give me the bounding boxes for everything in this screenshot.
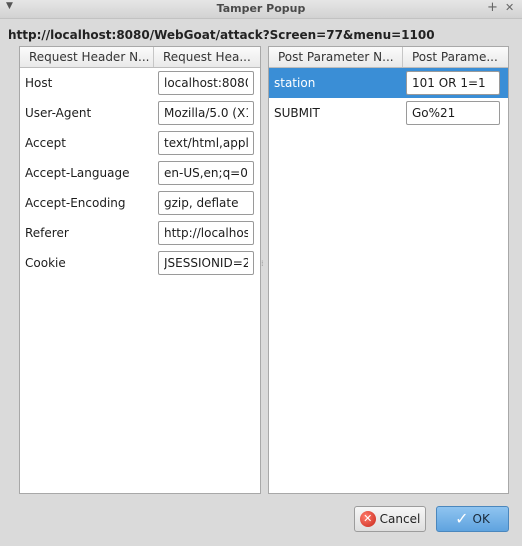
- pane-splitter-handle[interactable]: ⁞: [261, 260, 265, 268]
- title-bar: ▼ Tamper Popup + ✕: [0, 0, 522, 19]
- table-row[interactable]: User-Agent: [20, 98, 260, 128]
- header-value-input[interactable]: [158, 191, 254, 215]
- ok-button[interactable]: ✓ OK: [436, 506, 509, 532]
- header-name: Host: [25, 76, 53, 90]
- header-name: Accept-Language: [25, 166, 130, 180]
- table-row[interactable]: Host: [20, 68, 260, 98]
- column-header-value[interactable]: Request Hea...: [153, 47, 260, 67]
- header-name: Accept: [25, 136, 66, 150]
- parameter-name: SUBMIT: [274, 106, 320, 120]
- cancel-icon: ✕: [359, 511, 376, 527]
- header-value-input[interactable]: [158, 221, 254, 245]
- parameter-value-input[interactable]: [406, 71, 500, 95]
- table-header: Post Parameter N... Post Parame...: [269, 47, 508, 68]
- request-headers-table: Request Header N... Request Hea... Host …: [19, 46, 261, 494]
- request-url: http://localhost:8080/WebGoat/attack?Scr…: [8, 28, 435, 42]
- header-value-input[interactable]: [158, 71, 254, 95]
- header-value-input[interactable]: [158, 161, 254, 185]
- table-row-selected[interactable]: station: [269, 68, 508, 98]
- close-icon[interactable]: ✕: [505, 0, 514, 16]
- table-row[interactable]: Accept-Language: [20, 158, 260, 188]
- header-name: Cookie: [25, 256, 66, 270]
- column-header-value[interactable]: Post Parame...: [402, 47, 508, 67]
- column-header-name[interactable]: Request Header N...: [20, 47, 153, 67]
- column-header-name[interactable]: Post Parameter N...: [269, 47, 402, 67]
- table-row[interactable]: Cookie: [20, 248, 260, 278]
- window-title: Tamper Popup: [216, 2, 306, 15]
- header-name: Referer: [25, 226, 69, 240]
- table-row[interactable]: SUBMIT: [269, 98, 508, 128]
- post-parameters-table: Post Parameter N... Post Parame... stati…: [268, 46, 509, 494]
- table-row[interactable]: Accept-Encoding: [20, 188, 260, 218]
- table-row[interactable]: Referer: [20, 218, 260, 248]
- header-name: User-Agent: [25, 106, 92, 120]
- header-value-input[interactable]: [158, 101, 254, 125]
- maximize-icon[interactable]: +: [487, 0, 498, 16]
- parameter-value-input[interactable]: [406, 101, 500, 125]
- header-value-input[interactable]: [158, 251, 254, 275]
- table-row[interactable]: Accept: [20, 128, 260, 158]
- table-header: Request Header N... Request Hea...: [20, 47, 260, 68]
- checkmark-icon: ✓: [455, 509, 469, 528]
- header-name: Accept-Encoding: [25, 196, 126, 210]
- cancel-button[interactable]: ✕ Cancel: [354, 506, 426, 532]
- header-value-input[interactable]: [158, 131, 254, 155]
- cancel-label: Cancel: [379, 512, 421, 526]
- ok-label: OK: [472, 512, 490, 526]
- parameter-name: station: [274, 76, 316, 90]
